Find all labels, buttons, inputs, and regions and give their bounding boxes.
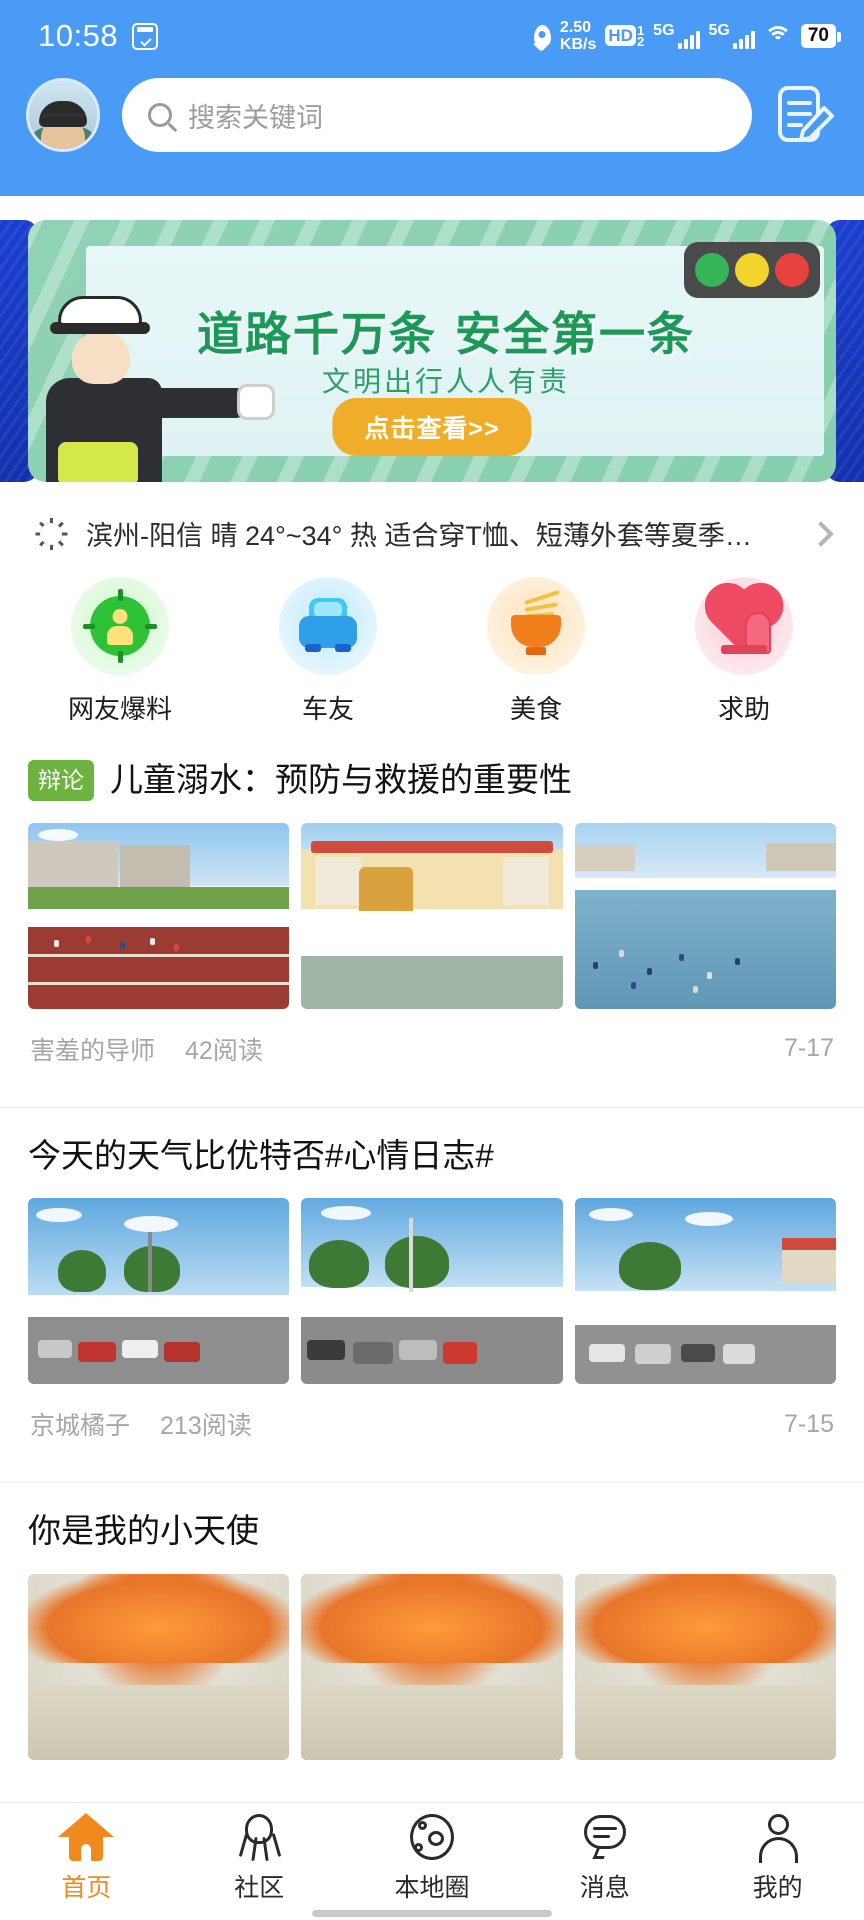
- local-circle-icon: [406, 1813, 458, 1861]
- category-item-meishi[interactable]: 美食: [461, 577, 611, 726]
- network-type-1: 5G: [653, 21, 675, 39]
- category-label: 网友爆料: [67, 694, 172, 724]
- home-icon: [58, 1813, 115, 1861]
- signal-bars-1: [677, 30, 700, 49]
- avatar[interactable]: [26, 78, 100, 152]
- battery-icon: 70: [800, 24, 842, 48]
- profile-person-icon: [752, 1813, 804, 1863]
- hd-icon: HD 1 2: [605, 24, 645, 49]
- tab-label: 本地圈: [394, 1874, 470, 1902]
- banner-subtitle: 文明出行人人有责: [321, 366, 570, 397]
- banner-carousel[interactable]: 道路千万条 安全第一条 文明出行人人有责 点击查看>>: [0, 196, 864, 496]
- compose-post-icon[interactable]: [774, 82, 836, 148]
- tab-local-circle[interactable]: 本地圈: [346, 1813, 519, 1904]
- app-screen: 10:58 2.50 KB/s HD 1 2 5G 5G 70 搜索关键词 道路…: [0, 0, 864, 1920]
- search-placeholder: 搜索关键词: [188, 102, 323, 133]
- post-thumbnail[interactable]: [574, 1573, 836, 1760]
- post-thumbnail[interactable]: [574, 1198, 836, 1385]
- network-speed-unit: KB/s: [559, 36, 597, 53]
- noodle-bowl-icon: [487, 577, 585, 675]
- car-icon: [279, 577, 377, 675]
- chevron-right-icon[interactable]: [808, 520, 834, 547]
- tab-label: 社区: [234, 1874, 285, 1902]
- post-thumbnail[interactable]: [301, 822, 563, 1009]
- status-bar-right: 2.50 KB/s HD 1 2 5G 5G 70: [533, 19, 842, 53]
- post-author: 京城橘子: [30, 1412, 131, 1441]
- post-thumbnail[interactable]: [28, 822, 290, 1009]
- post-thumbnail[interactable]: [28, 1198, 290, 1385]
- post-reads: 42阅读: [185, 1036, 263, 1065]
- location-pin-icon: [533, 25, 551, 47]
- banner-slide-safety[interactable]: 道路千万条 安全第一条 文明出行人人有责 点击查看>>: [28, 220, 836, 482]
- status-time: 10:58: [38, 18, 119, 53]
- post-item[interactable]: 辩论 儿童溺水：预防与救援的重要性 害羞的导师 42阅读 7-17: [0, 744, 864, 1085]
- signal-bars-2: [732, 30, 755, 49]
- category-label: 求助: [717, 694, 770, 724]
- post-meta: 害羞的导师 42阅读 7-17: [28, 1009, 836, 1085]
- post-thumbnails: [28, 822, 836, 1009]
- tab-profile[interactable]: 我的: [691, 1813, 864, 1904]
- post-thumbnail[interactable]: [28, 1573, 290, 1760]
- post-date: 7-15: [783, 1409, 834, 1438]
- post-item[interactable]: 你是我的小天使: [0, 1482, 864, 1760]
- tab-messages[interactable]: 消息: [518, 1813, 691, 1904]
- weather-bar[interactable]: 滨州-阳信 晴 24°~34° 热 适合穿T恤、短薄外套等夏季…: [0, 496, 864, 565]
- search-row: 搜索关键词: [0, 72, 864, 152]
- banner-title: 道路千万条 安全第一条: [196, 307, 695, 361]
- network-speed-value: 2.50: [559, 19, 592, 36]
- post-title-row: 今天的天气比优特否#心情日志#: [28, 1134, 836, 1179]
- post-reads: 213阅读: [160, 1412, 252, 1441]
- post-thumbnail[interactable]: [574, 822, 836, 1009]
- tab-label: 我的: [752, 1874, 803, 1902]
- post-thumbnails: [28, 1573, 836, 1760]
- weather-text: 滨州-阳信 晴 24°~34° 热 适合穿T恤、短薄外套等夏季…: [86, 521, 752, 551]
- message-bubble-icon: [579, 1813, 631, 1861]
- category-item-baoliao[interactable]: 网友爆料: [45, 577, 195, 726]
- post-title: 今天的天气比优特否#心情日志#: [28, 1136, 494, 1174]
- search-icon: [148, 103, 172, 127]
- category-label: 美食: [509, 694, 562, 724]
- sun-icon: [34, 517, 68, 551]
- category-item-cheyou[interactable]: 车友: [253, 577, 403, 726]
- network-speed: 2.50 KB/s: [560, 19, 596, 53]
- signal-icon-2: 5G: [708, 21, 755, 49]
- wifi-icon: [763, 25, 792, 47]
- post-thumbnail[interactable]: [301, 1198, 563, 1385]
- post-meta: 京城橘子 213阅读 7-15: [28, 1384, 836, 1460]
- main-scroll-area[interactable]: 道路千万条 安全第一条 文明出行人人有责 点击查看>> 滨州-阳信 晴 24°~…: [0, 196, 864, 1802]
- signal-icon-1: 5G: [653, 21, 700, 49]
- app-header: 10:58 2.50 KB/s HD 1 2 5G 5G 70 搜索关键词: [0, 0, 864, 196]
- network-type-2: 5G: [708, 21, 730, 39]
- sim-two: 2: [636, 34, 645, 49]
- heart-hand-icon: [695, 577, 793, 675]
- broadcast-person-icon: [71, 577, 169, 675]
- post-date: 7-17: [783, 1034, 834, 1063]
- post-item[interactable]: 今天的天气比优特否#心情日志# 京城橘子 213阅读 7-15: [0, 1106, 864, 1461]
- post-title: 儿童溺水：预防与救援的重要性: [110, 761, 572, 798]
- tab-community[interactable]: 社区: [173, 1813, 346, 1904]
- post-title-row: 你是我的小天使: [28, 1509, 836, 1554]
- post-title: 你是我的小天使: [28, 1512, 259, 1550]
- hd-badge: HD: [605, 25, 636, 46]
- post-author: 害羞的导师: [30, 1036, 156, 1065]
- tab-label: 首页: [61, 1874, 112, 1902]
- banner-cta-button[interactable]: 点击查看>>: [332, 398, 532, 456]
- status-bar: 10:58 2.50 KB/s HD 1 2 5G 5G 70: [0, 0, 864, 72]
- search-input[interactable]: 搜索关键词: [122, 78, 752, 152]
- category-label: 车友: [301, 694, 354, 724]
- post-thumbnail[interactable]: [301, 1573, 563, 1760]
- traffic-light-icon: [684, 242, 820, 298]
- home-indicator: [312, 1910, 552, 1917]
- community-icon: [233, 1813, 285, 1862]
- bottom-tab-bar: 首页 社区 本地圈 消息 我的: [0, 1802, 864, 1920]
- post-tag: 辩论: [28, 759, 94, 801]
- post-title-row: 辩论 儿童溺水：预防与救援的重要性: [28, 758, 836, 803]
- screenshot-icon: [132, 22, 159, 50]
- category-grid: 网友爆料 车友 美食 求助: [0, 565, 864, 744]
- post-thumbnails: [28, 1198, 836, 1385]
- tab-label: 消息: [579, 1874, 630, 1902]
- category-item-qiuzhu[interactable]: 求助: [669, 577, 819, 726]
- tab-home[interactable]: 首页: [0, 1813, 173, 1904]
- status-bar-left: 10:58: [38, 18, 159, 54]
